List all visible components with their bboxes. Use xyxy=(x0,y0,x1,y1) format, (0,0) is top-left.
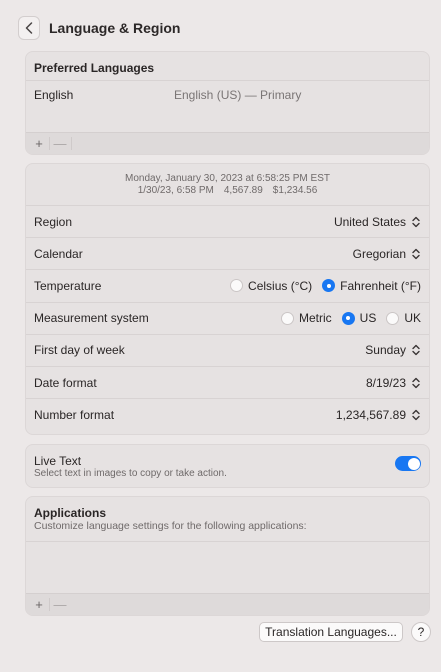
date-format-popup[interactable]: 8/19/23 xyxy=(366,376,421,390)
temperature-radio-group: Celsius (°C) Fahrenheit (°F) xyxy=(220,279,421,293)
calendar-row: Calendar Gregorian xyxy=(26,238,429,271)
metric-label: Metric xyxy=(298,311,332,326)
add-application-button[interactable]: + xyxy=(32,597,46,612)
up-down-chevron-icon xyxy=(411,409,421,422)
us-label: US xyxy=(359,311,377,326)
live-text-toggle[interactable] xyxy=(395,456,421,471)
language-name: English xyxy=(34,88,74,102)
number-format-row: Number format 1,234,567.89 xyxy=(26,399,429,431)
divider xyxy=(49,137,50,150)
date-format-row: Date format 8/19/23 xyxy=(26,367,429,400)
measurement-label: Measurement system xyxy=(34,311,149,326)
up-down-chevron-icon xyxy=(411,215,421,228)
radio-circle-selected xyxy=(341,311,355,325)
celsius-label: Celsius (°C) xyxy=(248,278,313,293)
translation-languages-button[interactable]: Translation Languages... xyxy=(259,622,403,642)
number-format-label: Number format xyxy=(34,408,115,423)
divider xyxy=(71,137,72,150)
preview-short-date: 1/30/23, 6:58 PM xyxy=(137,185,214,196)
applications-subtitle: Customize language settings for the foll… xyxy=(34,520,307,532)
date-format-label: Date format xyxy=(34,375,97,390)
temperature-row: Temperature Celsius (°C) Fahrenheit (°F) xyxy=(26,270,429,303)
first-day-popup[interactable]: Sunday xyxy=(365,343,421,357)
measurement-radio-group: Metric US UK xyxy=(271,311,421,325)
live-text-subtitle: Select text in images to copy or take ac… xyxy=(34,468,227,479)
preferred-languages-panel: Preferred Languages English English (US)… xyxy=(25,51,430,155)
format-preview: Monday, January 30, 2023 at 6:58:25 PM E… xyxy=(26,164,429,206)
preview-long-date: Monday, January 30, 2023 at 6:58:25 PM E… xyxy=(125,173,330,184)
region-formats-panel: Monday, January 30, 2023 at 6:58:25 PM E… xyxy=(25,163,430,435)
preview-short-line: 1/30/23, 6:58 PM 4,567.89 $1,234.56 xyxy=(26,185,429,197)
help-button[interactable]: ? xyxy=(411,622,431,642)
back-button[interactable] xyxy=(18,16,40,40)
radio-circle xyxy=(280,311,294,325)
calendar-popup[interactable]: Gregorian xyxy=(353,247,421,261)
title-bar: Language & Region xyxy=(18,15,180,41)
language-detail: English (US) — Primary xyxy=(174,88,302,102)
radio-circle xyxy=(386,311,400,325)
languages-footer-bar: + — xyxy=(26,132,429,154)
region-popup[interactable]: United States xyxy=(334,215,421,229)
celsius-radio[interactable]: Celsius (°C) xyxy=(230,279,312,293)
first-day-label: First day of week xyxy=(34,343,125,358)
region-value: United States xyxy=(333,214,406,229)
radio-circle-selected xyxy=(322,279,336,293)
divider xyxy=(49,598,50,611)
remove-language-button[interactable]: — xyxy=(53,136,67,151)
up-down-chevron-icon xyxy=(411,247,421,260)
number-format-value: 1,234,567.89 xyxy=(335,408,406,423)
uk-radio[interactable]: UK xyxy=(386,311,421,325)
calendar-value: Gregorian xyxy=(352,246,406,261)
preferred-languages-title: Preferred Languages xyxy=(34,61,155,75)
date-format-value: 8/19/23 xyxy=(365,375,406,390)
measurement-row: Measurement system Metric US UK xyxy=(26,303,429,335)
first-day-row: First day of week Sunday xyxy=(26,335,429,367)
temperature-label: Temperature xyxy=(34,278,102,293)
applications-title: Applications xyxy=(34,506,107,520)
fahrenheit-radio[interactable]: Fahrenheit (°F) xyxy=(322,279,421,293)
region-row: Region United States xyxy=(26,206,429,239)
live-text-panel: Live Text Select text in images to copy … xyxy=(25,444,430,488)
first-day-value: Sunday xyxy=(365,343,406,358)
up-down-chevron-icon xyxy=(411,376,421,389)
calendar-label: Calendar xyxy=(34,246,83,261)
fahrenheit-label: Fahrenheit (°F) xyxy=(340,278,421,293)
applications-panel: Applications Customize language settings… xyxy=(25,496,430,616)
metric-radio[interactable]: Metric xyxy=(280,311,332,326)
preview-currency: $1,234.56 xyxy=(272,185,318,196)
page-title: Language & Region xyxy=(49,20,181,36)
chevron-left-icon xyxy=(25,22,33,34)
uk-label: UK xyxy=(404,311,421,326)
radio-circle xyxy=(230,279,244,293)
region-label: Region xyxy=(34,214,73,229)
us-radio[interactable]: US xyxy=(341,311,377,326)
add-language-button[interactable]: + xyxy=(32,136,46,151)
remove-application-button[interactable]: — xyxy=(53,597,67,612)
up-down-chevron-icon xyxy=(411,344,421,357)
live-text-title: Live Text xyxy=(34,454,82,468)
number-format-popup[interactable]: 1,234,567.89 xyxy=(336,408,421,422)
applications-footer-bar: + — xyxy=(26,593,429,615)
preview-number: 4,567.89 xyxy=(223,185,263,196)
language-row-english[interactable]: English English (US) — Primary xyxy=(26,81,429,109)
